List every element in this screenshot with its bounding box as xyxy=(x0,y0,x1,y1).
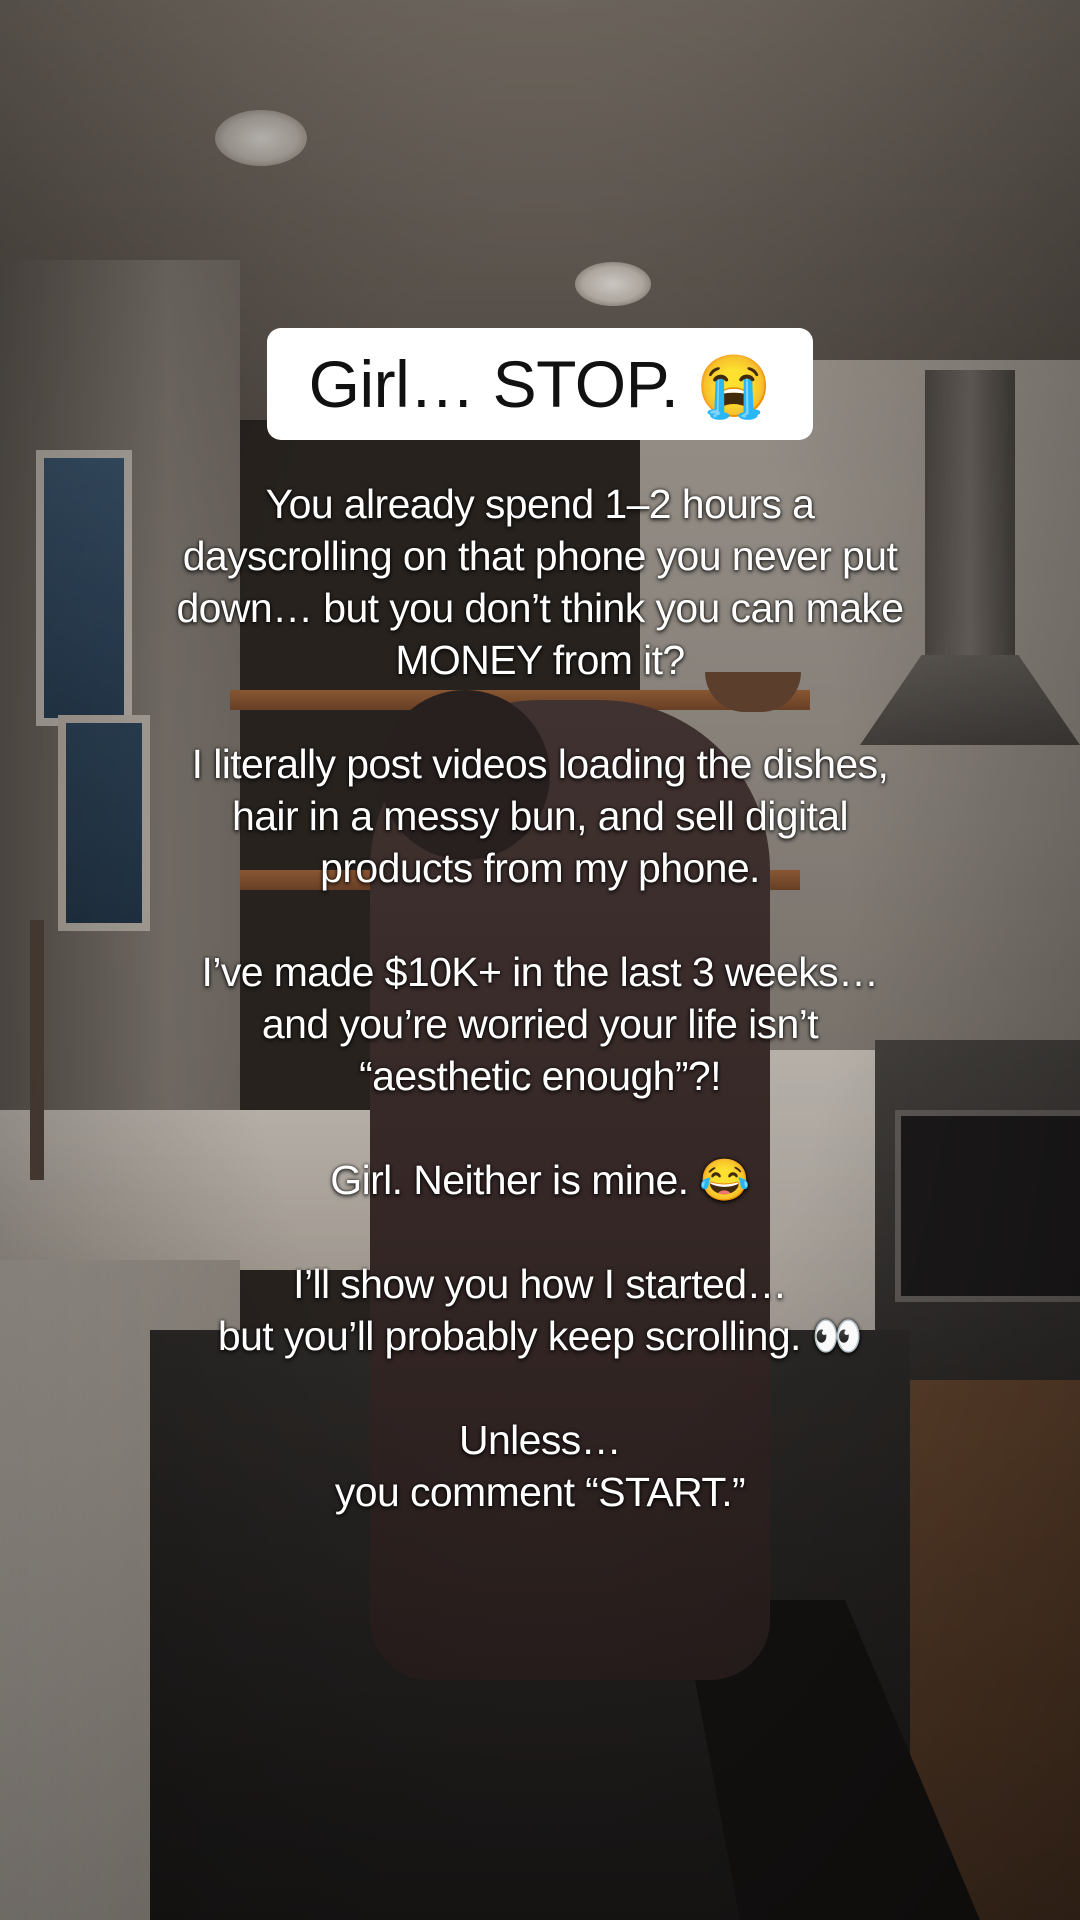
caption-line: MONEY from it? xyxy=(395,637,685,683)
caption-line: I’ll show you how I started… xyxy=(293,1261,787,1307)
caption-paragraph: I’ll show you how I started… but you’ll p… xyxy=(100,1258,980,1362)
title-text: Girl… STOP. 😭 xyxy=(309,346,772,422)
caption-line: dayscrolling on that phone you never put xyxy=(182,533,898,579)
caption-line: Unless… xyxy=(458,1417,622,1463)
crying-face-emoji-icon: 😭 xyxy=(696,352,772,420)
caption-paragraph: You already spend 1–2 hours a dayscrollin… xyxy=(100,478,980,686)
caption-line: “aesthetic enough”?! xyxy=(359,1053,721,1099)
caption-line: products from my phone. xyxy=(320,845,760,891)
title-label: Girl… STOP. xyxy=(308,347,679,421)
caption-paragraph: I’ve made $10K+ in the last 3 weeks… and … xyxy=(100,946,980,1102)
caption-paragraph: Unless… you comment “START.” xyxy=(100,1414,980,1518)
caption-line: I’ve made $10K+ in the last 3 weeks… xyxy=(201,949,880,995)
title-sticker: Girl… STOP. 😭 xyxy=(267,328,813,440)
caption-line: you comment “START.” xyxy=(334,1469,746,1515)
caption-line: and you’re worried your life isn’t xyxy=(261,1001,819,1047)
caption-line: You already spend 1–2 hours a xyxy=(265,481,815,527)
caption-line: Girl. Neither is mine. 😂 xyxy=(330,1157,750,1203)
caption-paragraph: Girl. Neither is mine. 😂 xyxy=(100,1154,980,1206)
caption-line: I literally post videos loading the dish… xyxy=(191,741,889,787)
caption-overlay: You already spend 1–2 hours a dayscrollin… xyxy=(100,478,980,1518)
caption-line: hair in a messy bun, and sell digital xyxy=(232,793,849,839)
video-frame[interactable]: Girl… STOP. 😭 You already spend 1–2 hour… xyxy=(0,0,1080,1920)
caption-paragraph: I literally post videos loading the dish… xyxy=(100,738,980,894)
caption-line: down… but you don’t think you can make xyxy=(176,585,904,631)
caption-line: but you’ll probably keep scrolling. 👀 xyxy=(217,1313,863,1359)
